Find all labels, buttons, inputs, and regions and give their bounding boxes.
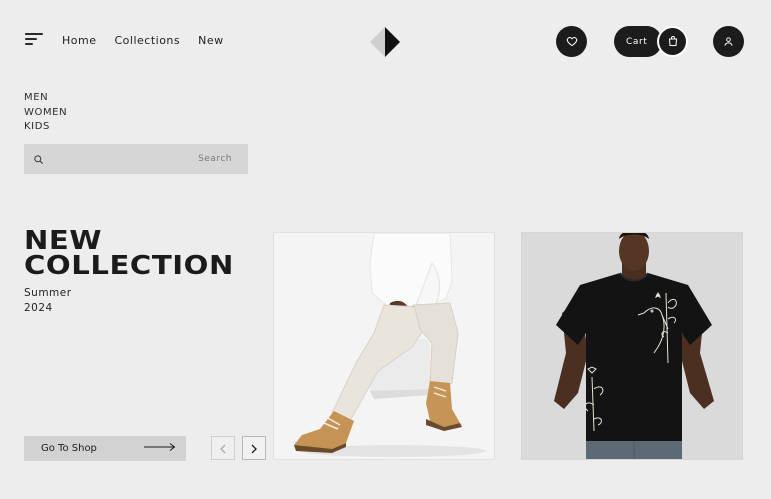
carousel-prev-button[interactable]: [211, 436, 235, 460]
favorite-button[interactable]: [556, 26, 587, 57]
cart-bag-button[interactable]: [657, 26, 688, 57]
model-black-tshirt-image: [522, 233, 742, 459]
category-kids[interactable]: KIDS: [24, 120, 67, 135]
search-input[interactable]: [50, 153, 199, 165]
search-icon: [33, 150, 44, 169]
menu-icon[interactable]: [25, 33, 43, 45]
category-men[interactable]: MEN: [24, 91, 67, 106]
go-to-shop-label: Go To Shop: [41, 443, 97, 454]
search-bar: Search: [24, 144, 248, 174]
product-card-2[interactable]: [521, 232, 743, 460]
hero-subtitle: Summer 2024: [24, 286, 72, 315]
cart-button[interactable]: Cart: [614, 26, 662, 57]
product-card-1[interactable]: [273, 232, 495, 460]
chevron-left-icon: [219, 439, 227, 458]
logo-icon[interactable]: [370, 27, 400, 61]
heart-icon: [566, 32, 578, 51]
hero-title: NEW COLLECTION: [24, 228, 234, 281]
search-button[interactable]: Search: [198, 154, 232, 164]
nav-collections[interactable]: Collections: [114, 34, 180, 47]
category-women[interactable]: WOMEN: [24, 106, 67, 121]
hero-title-line-2: COLLECTION: [24, 251, 234, 281]
nav-new[interactable]: New: [198, 34, 224, 47]
long-arrow-right-icon: [144, 443, 176, 454]
account-button[interactable]: [713, 26, 744, 57]
shopping-bag-icon: [667, 32, 679, 51]
hero-year: 2024: [24, 301, 53, 314]
go-to-shop-button[interactable]: Go To Shop: [24, 436, 186, 461]
main-nav: Home Collections New: [62, 34, 224, 47]
user-icon: [723, 32, 734, 51]
cart-label: Cart: [626, 36, 648, 47]
carousel-next-button[interactable]: [242, 436, 266, 460]
chevron-right-icon: [250, 439, 258, 458]
nav-home[interactable]: Home: [62, 34, 96, 47]
hero-season: Summer: [24, 287, 72, 299]
model-white-outfit-image: [274, 233, 494, 459]
category-list: MEN WOMEN KIDS: [24, 91, 67, 135]
